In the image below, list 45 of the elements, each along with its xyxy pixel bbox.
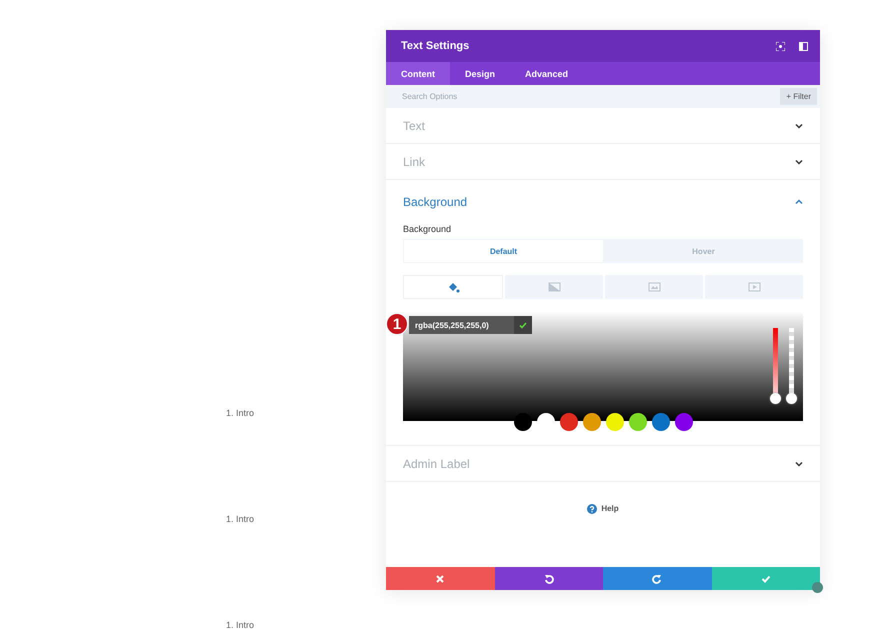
chevron-up-icon (795, 199, 803, 205)
color-swatch[interactable] (560, 413, 578, 431)
slider-thumb[interactable] (770, 393, 781, 404)
step-badge: 1 (386, 313, 408, 335)
color-swatch[interactable] (514, 413, 532, 431)
slider-thumb[interactable] (786, 393, 797, 404)
focus-icon[interactable] (776, 42, 785, 50)
hue-slider[interactable] (770, 328, 781, 404)
color-input-field[interactable]: rgba(255,255,255,0) (409, 316, 514, 334)
help-icon[interactable] (587, 504, 598, 514)
color-swatch[interactable] (628, 413, 646, 431)
confirm-button[interactable] (514, 316, 532, 334)
color-swatch[interactable] (652, 413, 670, 431)
alpha-slider[interactable] (786, 328, 797, 404)
checkmark-button[interactable] (712, 567, 820, 590)
image-icon (648, 281, 660, 293)
chevron-down-icon (795, 460, 803, 466)
section-header[interactable]: Background (386, 180, 820, 224)
tab[interactable]: Advanced (510, 62, 584, 85)
resize-handle[interactable] (812, 582, 823, 593)
outline-label: 1. Intro (226, 619, 256, 630)
undo-icon (544, 574, 554, 584)
checkmark-icon (519, 322, 527, 328)
gradient-icon (548, 281, 560, 293)
close-icon (435, 574, 446, 584)
tab[interactable]: Design (450, 62, 510, 85)
state-tab[interactable]: Default (404, 240, 603, 262)
field-label: Background (403, 224, 452, 234)
video-icon (748, 281, 760, 293)
outline-label: 1. Intro (226, 407, 256, 419)
panel-title: Text Settings (401, 40, 470, 52)
paint-bucket-icon (446, 281, 460, 293)
filter-button[interactable]: + Filter (780, 85, 820, 108)
search-field[interactable]: Search Options (386, 85, 780, 108)
redo-icon (652, 574, 662, 584)
outline-label: 1. Intro (226, 513, 256, 525)
color-swatch[interactable] (606, 413, 624, 431)
help-link[interactable]: Help (601, 504, 619, 513)
sidebar-icon[interactable] (799, 42, 808, 50)
color-swatch[interactable] (582, 413, 600, 431)
color-swatch[interactable] (674, 413, 692, 431)
tab[interactable]: Content (386, 62, 450, 85)
checkmark-icon (760, 574, 771, 584)
chevron-down-icon (795, 122, 803, 128)
chevron-down-icon (795, 158, 803, 164)
